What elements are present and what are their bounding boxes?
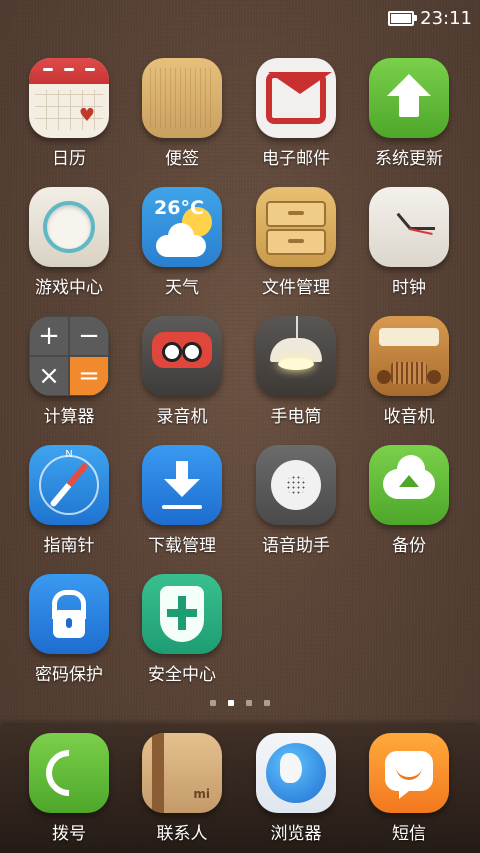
dock-label: 浏览器 bbox=[270, 824, 322, 844]
app-flashlight[interactable]: 手电筒 bbox=[240, 316, 352, 427]
compass-icon: N bbox=[29, 445, 109, 525]
app-voice-assistant[interactable]: 语音助手 bbox=[240, 445, 352, 556]
radio-icon bbox=[369, 316, 449, 396]
battery-icon bbox=[388, 10, 418, 26]
dock-app-sms[interactable]: 短信 bbox=[353, 733, 465, 844]
dock-label: 短信 bbox=[392, 824, 426, 844]
app-label: 游戏中心 bbox=[35, 278, 103, 298]
page-indicator bbox=[0, 700, 480, 706]
recorder-icon bbox=[142, 316, 222, 396]
dock-app-contacts[interactable]: mi 联系人 bbox=[126, 733, 238, 844]
flashlight-icon bbox=[256, 316, 336, 396]
app-calculator[interactable]: + − × = 计算器 bbox=[13, 316, 125, 427]
dock-app-phone[interactable]: 拨号 bbox=[13, 733, 125, 844]
contacts-icon: mi bbox=[142, 733, 222, 813]
app-radio[interactable]: 收音机 bbox=[353, 316, 465, 427]
app-system-update[interactable]: 系统更新 bbox=[353, 58, 465, 169]
dock: 拨号 mi 联系人 浏览器 短信 bbox=[0, 725, 480, 853]
app-label: 收音机 bbox=[383, 407, 435, 427]
app-label: 时钟 bbox=[392, 278, 426, 298]
app-label: 下载管理 bbox=[148, 536, 216, 556]
app-label: 计算器 bbox=[43, 407, 95, 427]
app-password-protect[interactable]: 密码保护 bbox=[13, 574, 125, 685]
app-backup[interactable]: 备份 bbox=[353, 445, 465, 556]
app-mail[interactable]: 电子邮件 bbox=[240, 58, 352, 169]
lock-icon bbox=[29, 574, 109, 654]
app-game-center[interactable]: 游戏中心 bbox=[13, 187, 125, 298]
app-label: 录音机 bbox=[156, 407, 208, 427]
download-icon bbox=[142, 445, 222, 525]
phone-icon bbox=[29, 733, 109, 813]
weather-temp: 26°C bbox=[154, 197, 204, 219]
dock-label: 联系人 bbox=[156, 824, 208, 844]
app-label: 密码保护 bbox=[35, 665, 103, 685]
app-file-manager[interactable]: 文件管理 bbox=[240, 187, 352, 298]
app-label: 指南针 bbox=[43, 536, 95, 556]
app-label: 手电筒 bbox=[270, 407, 322, 427]
notes-icon bbox=[142, 58, 222, 138]
voice-assistant-icon bbox=[256, 445, 336, 525]
app-clock[interactable]: 时钟 bbox=[353, 187, 465, 298]
app-label: 天气 bbox=[165, 278, 199, 298]
app-label: 安全中心 bbox=[148, 665, 216, 685]
app-notes[interactable]: 便签 bbox=[126, 58, 238, 169]
app-label: 语音助手 bbox=[262, 536, 330, 556]
app-label: 电子邮件 bbox=[262, 149, 330, 169]
app-label: 便签 bbox=[165, 149, 199, 169]
app-label: 备份 bbox=[392, 536, 426, 556]
app-label: 文件管理 bbox=[262, 278, 330, 298]
clock-icon bbox=[369, 187, 449, 267]
weather-icon: 26°C bbox=[142, 187, 222, 267]
app-compass[interactable]: N 指南针 bbox=[13, 445, 125, 556]
app-label: 日历 bbox=[52, 149, 86, 169]
page-dot-active[interactable] bbox=[228, 700, 234, 706]
app-recorder[interactable]: 录音机 bbox=[126, 316, 238, 427]
app-security-center[interactable]: 安全中心 bbox=[126, 574, 238, 685]
status-bar: 23:11 bbox=[0, 0, 480, 36]
calculator-icon: + − × = bbox=[29, 316, 109, 396]
dock-app-browser[interactable]: 浏览器 bbox=[240, 733, 352, 844]
app-weather[interactable]: 26°C 天气 bbox=[126, 187, 238, 298]
game-center-icon bbox=[29, 187, 109, 267]
app-label: 系统更新 bbox=[375, 149, 443, 169]
browser-icon bbox=[256, 733, 336, 813]
update-icon bbox=[369, 58, 449, 138]
app-download-manager[interactable]: 下载管理 bbox=[126, 445, 238, 556]
sms-icon bbox=[369, 733, 449, 813]
mail-icon bbox=[256, 58, 336, 138]
calendar-icon: ♥ bbox=[29, 58, 109, 138]
file-manager-icon bbox=[256, 187, 336, 267]
app-calendar[interactable]: ♥ 日历 bbox=[13, 58, 125, 169]
page-dot[interactable] bbox=[246, 700, 252, 706]
backup-icon bbox=[369, 445, 449, 525]
security-center-icon bbox=[142, 574, 222, 654]
page-dot[interactable] bbox=[210, 700, 216, 706]
status-time: 23:11 bbox=[420, 7, 472, 29]
page-dot[interactable] bbox=[264, 700, 270, 706]
dock-label: 拨号 bbox=[52, 824, 86, 844]
